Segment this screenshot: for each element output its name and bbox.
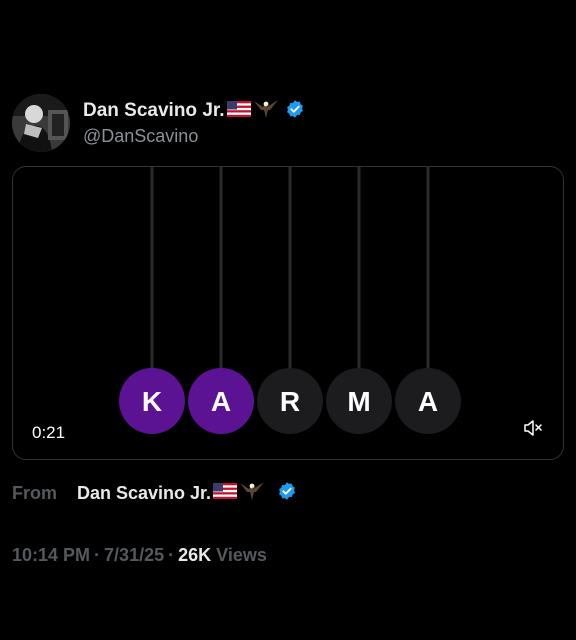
us-flag-icon [213, 482, 238, 504]
eagle-icon [253, 98, 279, 125]
verified-icon [277, 481, 297, 506]
post-date[interactable]: 7/31/25 [104, 545, 164, 566]
meta-separator: · [94, 544, 101, 565]
avatar-photo-icon [12, 94, 70, 152]
author-name-row[interactable]: Dan Scavino Jr. [83, 98, 305, 124]
video-duration: 0:21 [32, 423, 66, 442]
karma-letter: A [211, 386, 231, 417]
verified-icon [285, 99, 305, 124]
author-handle[interactable]: @DanScavino [83, 126, 198, 147]
karma-animation: KARMA [119, 167, 461, 434]
karma-letter: K [142, 386, 162, 417]
karma-letter: A [418, 386, 438, 417]
avatar[interactable] [12, 94, 70, 152]
post-time[interactable]: 10:14 PM [12, 545, 90, 566]
video-player[interactable]: K A R M A 0:21 [12, 166, 564, 460]
from-label: From [12, 482, 57, 503]
eagle-icon [239, 480, 265, 507]
post-meta: 10:14 PM · 7/31/25 · 26K Views [12, 542, 267, 568]
karma-letter: R [280, 386, 300, 417]
mute-button[interactable] [523, 419, 549, 443]
from-row: From Dan Scavino Jr. [12, 480, 297, 506]
views-count: 26K [178, 544, 212, 565]
us-flag-icon [226, 100, 251, 122]
meta-separator: · [168, 544, 175, 565]
views-label: Views [216, 544, 267, 565]
speaker-muted-icon [524, 420, 542, 436]
karma-letter: M [347, 386, 370, 417]
author-display-name[interactable]: Dan Scavino Jr. [83, 100, 225, 122]
from-author-name[interactable]: Dan Scavino Jr. [77, 483, 211, 504]
post-header: Dan Scavino Jr. @DanScavino [12, 94, 552, 152]
